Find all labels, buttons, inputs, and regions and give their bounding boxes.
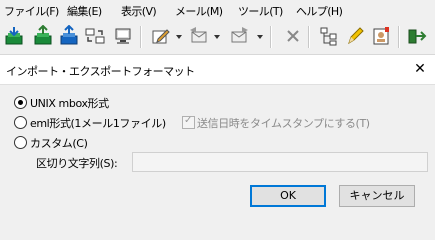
menu-mail[interactable]: メール(M)	[175, 3, 223, 19]
radio-custom[interactable]	[14, 136, 27, 149]
compose-dropdown-icon[interactable]	[176, 35, 182, 39]
dialog-titlebar: インポート・エクスポートフォーマット ✕	[0, 54, 435, 85]
radio-unix-mbox[interactable]	[14, 96, 27, 109]
radio-eml-label[interactable]: eml形式(1メール1ファイル)	[30, 115, 166, 131]
sync-icon[interactable]	[84, 25, 106, 47]
radio-eml[interactable]	[14, 116, 27, 129]
menu-file[interactable]: ファイル(F)	[4, 3, 59, 19]
menu-tools[interactable]: ツール(T)	[238, 3, 283, 19]
dialog-title: インポート・エクスポートフォーマット	[6, 65, 195, 78]
menu-help[interactable]: ヘルプ(H)	[296, 3, 343, 19]
toolbar	[0, 20, 435, 54]
close-icon[interactable]: ✕	[411, 60, 429, 78]
address-book-icon[interactable]	[370, 25, 392, 47]
radio-custom-label[interactable]: カスタム(C)	[30, 135, 88, 151]
delete-icon[interactable]	[282, 25, 304, 47]
timestamp-checkbox[interactable]: ✓	[182, 115, 195, 129]
forward-dropdown-icon[interactable]	[257, 35, 263, 39]
menu-view[interactable]: 表示(V)	[121, 3, 157, 19]
mailbox-receive-icon[interactable]	[3, 25, 25, 47]
toolbar-separator	[270, 26, 272, 48]
computer-icon[interactable]	[112, 25, 134, 47]
toolbar-separator	[398, 26, 400, 48]
mailbox-blue-icon[interactable]	[58, 25, 80, 47]
exit-icon[interactable]	[406, 25, 428, 47]
menu-edit[interactable]: 編集(E)	[67, 3, 102, 19]
cancel-button[interactable]: キャンセル	[339, 185, 415, 207]
reply-dropdown-icon[interactable]	[214, 35, 220, 39]
tree-icon[interactable]	[318, 25, 340, 47]
forward-icon[interactable]	[228, 25, 250, 47]
ok-button[interactable]: OK	[250, 185, 326, 207]
edit-pencil-icon[interactable]	[344, 25, 366, 47]
radio-selected-dot	[18, 100, 23, 105]
timestamp-checkbox-label[interactable]: 送信日時をタイムスタンプにする(T)	[197, 115, 370, 131]
toolbar-separator	[140, 26, 142, 48]
delimiter-input[interactable]	[132, 152, 428, 172]
toolbar-separator	[308, 26, 310, 48]
delimiter-label: 区切り文字列(S):	[36, 157, 118, 170]
checkmark-icon: ✓	[184, 115, 193, 126]
menu-bar: ファイル(F) 編集(E) 表示(V) メール(M) ツール(T) ヘルプ(H)	[0, 0, 435, 20]
import-export-dialog: インポート・エクスポートフォーマット ✕ UNIX mbox形式 eml形式(1…	[0, 54, 435, 211]
reply-icon[interactable]	[188, 25, 210, 47]
compose-icon[interactable]	[150, 25, 172, 47]
mailbox-green-icon[interactable]	[32, 25, 54, 47]
radio-unix-mbox-label[interactable]: UNIX mbox形式	[30, 95, 109, 111]
